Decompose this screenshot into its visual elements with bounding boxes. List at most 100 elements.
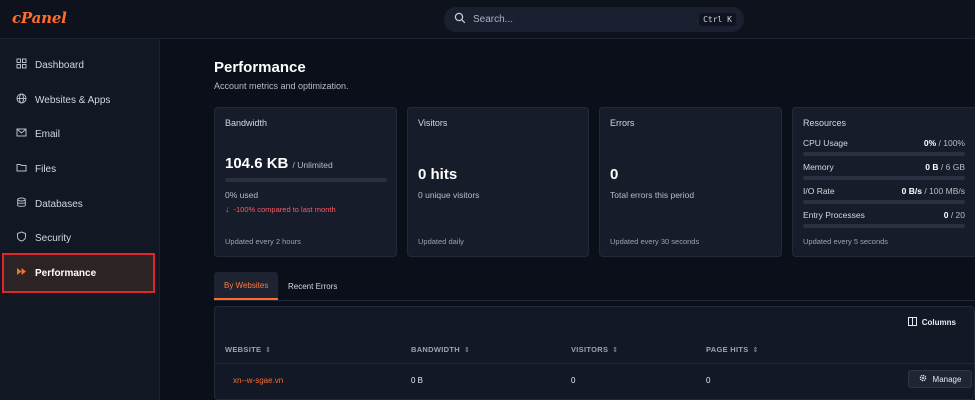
resource-label: Memory [803, 162, 834, 172]
card-title: Resources [803, 118, 847, 128]
mail-icon [16, 127, 35, 141]
visitors-card: Visitors 0 hits 0 unique visitors Update… [407, 107, 589, 257]
column-header-label: PAGE HITS [706, 345, 749, 354]
resources-card: Resources CPU Usage 0% / 100% Memory 0 B… [792, 107, 975, 257]
resource-value: 0 B / 6 GB [925, 162, 965, 172]
website-link[interactable]: xn--w-sgae.vn [233, 376, 283, 385]
columns-button[interactable]: Columns [907, 317, 956, 328]
cpanel-logo[interactable]: cPanel [12, 9, 67, 27]
card-title: Bandwidth [225, 118, 268, 128]
column-header-label: BANDWIDTH [411, 345, 460, 354]
resource-value: 0 / 20 [944, 210, 965, 220]
sidebar-item-email[interactable]: Email [0, 122, 160, 146]
resource-current: 0% [923, 138, 937, 148]
bandwidth-bar [225, 178, 387, 182]
header-divider [215, 363, 974, 364]
columns-icon [907, 317, 922, 328]
resource-value: 0 B/s / 100 MB/s [902, 186, 965, 196]
card-footer: Updated daily [418, 237, 464, 246]
tab-recent-errors[interactable]: Recent Errors [278, 272, 347, 300]
resource-limit: / 20 [950, 210, 965, 220]
card-title: Visitors [418, 118, 448, 128]
grid-icon [16, 58, 35, 72]
resource-bar [803, 200, 965, 204]
sort-icon: ⇕ [612, 346, 619, 354]
sort-icon: ⇕ [752, 346, 759, 354]
folder-icon [16, 162, 35, 176]
cell-visitors: 0 [571, 376, 576, 385]
bandwidth-change-text: -100% compared to last month [233, 204, 336, 214]
sidebar: Dashboard Websites & Apps Email Files Da… [0, 39, 160, 400]
bandwidth-amount: 104.6 KB [225, 155, 289, 172]
resource-current: 0 [943, 210, 949, 220]
page-subtitle: Account metrics and optimization. [214, 81, 349, 91]
column-header-label: WEBSITE [225, 345, 262, 354]
bandwidth-used: 0% used [225, 190, 259, 200]
fast-forward-icon [16, 266, 35, 280]
errors-sub: Total errors this period [610, 190, 695, 200]
sidebar-item-label: Performance [35, 267, 97, 279]
column-header-page-hits[interactable]: PAGE HITS ⇕ [706, 345, 759, 354]
sidebar-item-label: Dashboard [35, 59, 84, 71]
card-footer: Updated every 2 hours [225, 237, 301, 246]
columns-button-label: Columns [921, 318, 956, 327]
sidebar-item-label: Databases [35, 198, 83, 210]
websites-table: Columns WEBSITE ⇕ BANDWIDTH ⇕ VISITORS ⇕ PA… [214, 306, 975, 400]
column-header-website[interactable]: WEBSITE ⇕ [225, 345, 271, 354]
errors-card: Errors 0 Total errors this period Update… [599, 107, 782, 257]
resource-label: I/O Rate [803, 186, 835, 196]
resource-limit: / 100 MB/s [924, 186, 965, 196]
resource-current: 0 B/s [901, 186, 922, 196]
column-header-label: VISITORS [571, 345, 609, 354]
shield-icon [16, 231, 35, 245]
sort-icon: ⇕ [463, 346, 471, 354]
page-title: Performance [214, 59, 306, 76]
cell-page-hits: 0 [706, 376, 711, 385]
search-box[interactable]: Ctrl K [444, 7, 744, 32]
sidebar-item-security[interactable]: Security [0, 226, 160, 250]
gear-icon [919, 374, 933, 384]
card-title: Errors [610, 118, 635, 128]
bandwidth-change: ↓ -100% compared to last month [225, 204, 336, 214]
bandwidth-limit: / Unlimited [292, 160, 333, 170]
resource-bar [803, 224, 965, 228]
bandwidth-value: 104.6 KB / Unlimited [225, 155, 333, 172]
sidebar-item-label: Files [35, 163, 57, 175]
visitors-value: 0 hits [418, 166, 458, 183]
search-input[interactable] [473, 14, 700, 25]
sidebar-item-label: Security [35, 232, 72, 244]
sidebar-item-performance[interactable]: Performance [2, 253, 155, 293]
unique-visitors: 0 unique visitors [418, 190, 480, 200]
globe-icon [16, 93, 35, 107]
manage-button[interactable]: Manage [908, 370, 972, 388]
search-shortcut: Ctrl K [699, 13, 736, 26]
main-content: Performance Account metrics and optimiza… [161, 39, 975, 400]
tab-by-websites[interactable]: By Websites [214, 272, 279, 300]
arrow-down-icon: ↓ [225, 204, 230, 214]
sidebar-item-dashboard[interactable]: Dashboard [0, 53, 160, 77]
cell-bandwidth: 0 B [411, 376, 424, 385]
column-header-visitors[interactable]: VISITORS ⇕ [571, 345, 618, 354]
resource-limit: / 100% [938, 138, 965, 148]
resource-bar [803, 152, 965, 156]
tab-divider [214, 300, 975, 301]
sidebar-item-label: Email [35, 128, 61, 140]
top-bar: cPanel Ctrl K [0, 0, 975, 39]
sidebar-item-label: Websites & Apps [35, 94, 111, 106]
resource-bar [803, 176, 965, 180]
bandwidth-card: Bandwidth 104.6 KB / Unlimited 0% used ↓… [214, 107, 397, 257]
database-icon [16, 197, 35, 211]
sidebar-item-databases[interactable]: Databases [0, 192, 160, 216]
sidebar-item-files[interactable]: Files [0, 157, 160, 181]
sort-icon: ⇕ [265, 346, 272, 354]
sidebar-item-websites-apps[interactable]: Websites & Apps [0, 88, 160, 112]
resource-current: 0 B [925, 162, 939, 172]
resource-label: CPU Usage [803, 138, 848, 148]
resource-label: Entry Processes [803, 210, 865, 220]
resource-value: 0% / 100% [924, 138, 965, 148]
column-header-bandwidth[interactable]: BANDWIDTH ⇕ [411, 345, 470, 354]
card-footer: Updated every 30 seconds [610, 237, 700, 246]
resource-limit: / 6 GB [940, 162, 965, 172]
manage-button-label: Manage [932, 374, 962, 384]
card-footer: Updated every 5 seconds [803, 237, 889, 246]
